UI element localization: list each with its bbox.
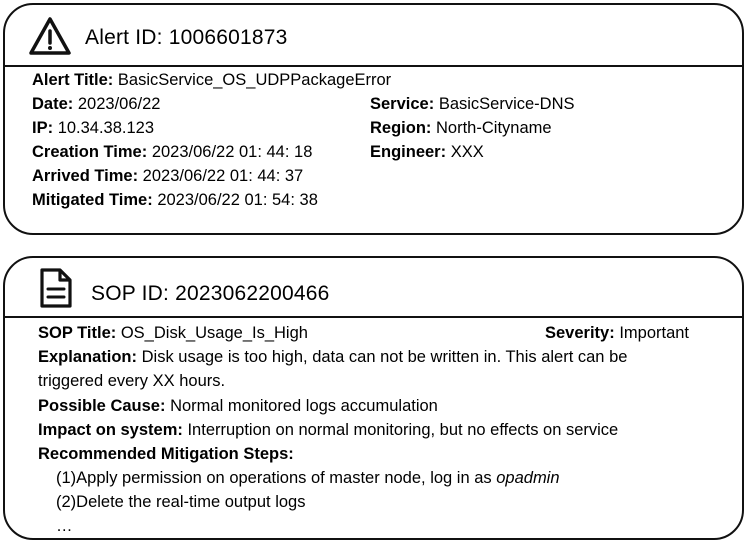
alert-title-row: Alert Title: BasicService_OS_UDPPackageE… xyxy=(32,69,391,91)
field-label: Service: xyxy=(370,95,435,113)
sop-id-label: SOP ID: xyxy=(91,282,170,305)
sop-title-row: SOP Title: OS_Disk_Usage_Is_High xyxy=(38,322,308,344)
cause-row: Possible Cause: Normal monitored logs ac… xyxy=(38,395,438,417)
mitigated-time-row: Mitigated Time: 2023/06/22 01: 54: 38 xyxy=(32,189,318,211)
alert-id: Alert ID: 1006601873 xyxy=(85,26,288,50)
arrived-time-row: Arrived Time: 2023/06/22 01: 44: 37 xyxy=(32,165,303,187)
impact-row: Impact on system: Interruption on normal… xyxy=(38,419,618,441)
impact-value: Interruption on normal monitoring, but n… xyxy=(187,421,619,439)
explanation-text-continued: triggered every XX hours. xyxy=(38,372,226,390)
step-1-row: (1)Apply permission on operations of mas… xyxy=(56,467,560,489)
cause-label: Possible Cause: xyxy=(38,397,166,415)
alert-header: Alert ID: 1006601873 xyxy=(5,5,742,67)
field-label: Arrived Time: xyxy=(32,167,139,185)
field-label: Alert Title: xyxy=(32,71,114,89)
sop-id-value: 2023062200466 xyxy=(175,282,330,305)
severity-value: Important xyxy=(619,324,690,342)
field-value: North-Cityname xyxy=(436,119,552,137)
field-label: Mitigated Time: xyxy=(32,191,153,209)
sop-title-label: SOP Title: xyxy=(38,324,117,342)
field-value: 2023/06/22 xyxy=(77,95,161,113)
sop-id: SOP ID: 2023062200466 xyxy=(91,282,330,306)
alert-id-label: Alert ID: xyxy=(85,26,163,49)
alert-divider xyxy=(5,65,742,67)
sop-header: SOP ID: 2023062200466 xyxy=(5,258,742,318)
severity-label: Severity: xyxy=(545,324,615,342)
step-1-italic: opadmin xyxy=(496,469,560,487)
step-1-text: (1)Apply permission on operations of mas… xyxy=(56,469,497,487)
field-label: Date: xyxy=(32,95,74,113)
field-label: IP: xyxy=(32,119,54,137)
sop-title-value: OS_Disk_Usage_Is_High xyxy=(120,324,308,342)
region-row: Region: North-Cityname xyxy=(370,117,552,139)
sop-divider xyxy=(5,316,742,318)
warning-icon xyxy=(29,17,71,55)
field-value: BasicService-DNS xyxy=(438,95,575,113)
document-icon xyxy=(40,268,72,308)
explanation-continued-row: triggered every XX hours. xyxy=(38,370,225,392)
ellipsis: … xyxy=(56,517,73,535)
field-value: 2023/06/22 01: 44: 37 xyxy=(142,167,304,185)
field-label: Creation Time: xyxy=(32,143,148,161)
explanation-row: Explanation: Disk usage is too high, dat… xyxy=(38,346,627,368)
creation-time-row: Creation Time: 2023/06/22 01: 44: 18 xyxy=(32,141,312,163)
alert-card: Alert ID: 1006601873 Alert Title: BasicS… xyxy=(3,3,744,235)
impact-label: Impact on system: xyxy=(38,421,183,439)
field-value: 2023/06/22 01: 54: 38 xyxy=(157,191,318,209)
explanation-text: Disk usage is too high, data can not be … xyxy=(141,348,628,366)
field-value: XXX xyxy=(450,143,484,161)
date-row: Date: 2023/06/22 xyxy=(32,93,160,115)
field-label: Engineer: xyxy=(370,143,447,161)
ip-row: IP: 10.34.38.123 xyxy=(32,117,154,139)
sop-card: SOP ID: 2023062200466 SOP Title: OS_Disk… xyxy=(3,256,744,540)
service-row: Service: BasicService-DNS xyxy=(370,93,575,115)
cause-value: Normal monitored logs accumulation xyxy=(170,397,438,415)
ellipsis-row: … xyxy=(56,515,73,537)
steps-heading-row: Recommended Mitigation Steps: xyxy=(38,443,294,465)
explanation-label: Explanation: xyxy=(38,348,138,366)
field-value: BasicService_OS_UDPPackageError xyxy=(117,71,392,89)
severity-row: Severity: Important xyxy=(545,322,689,344)
field-value: 10.34.38.123 xyxy=(57,119,155,137)
engineer-row: Engineer: XXX xyxy=(370,141,484,163)
field-label: Region: xyxy=(370,119,432,137)
field-value: 2023/06/22 01: 44: 18 xyxy=(151,143,313,161)
steps-label: Recommended Mitigation Steps: xyxy=(38,445,294,463)
step-2-text: (2)Delete the real-time output logs xyxy=(56,493,306,511)
step-2-row: (2)Delete the real-time output logs xyxy=(56,491,305,513)
alert-id-value: 1006601873 xyxy=(168,26,288,49)
